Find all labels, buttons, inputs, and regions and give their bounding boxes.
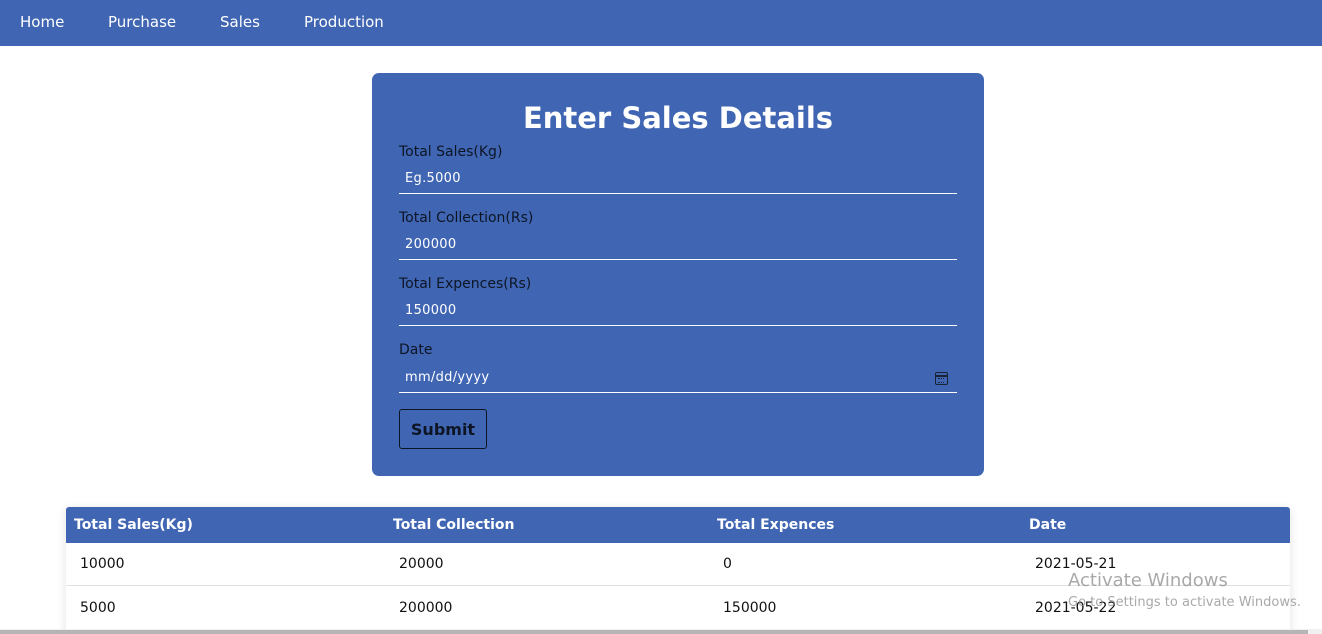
cell-total-expences: 0 xyxy=(723,556,732,572)
nav-sales-link[interactable]: Sales xyxy=(220,13,260,31)
calendar-icon[interactable] xyxy=(935,372,948,385)
nav-production-link[interactable]: Production xyxy=(304,13,384,31)
date-label: Date xyxy=(399,342,433,358)
horizontal-scrollbar-thumb[interactable] xyxy=(0,630,1308,634)
form-title: Enter Sales Details xyxy=(522,101,834,135)
header-date: Date xyxy=(1029,517,1067,533)
header-total-collection: Total Collection xyxy=(393,517,515,533)
date-placeholder: mm/dd/yyyy xyxy=(405,370,490,385)
cell-total-collection: 200000 xyxy=(399,600,453,616)
top-navbar: Home Purchase Sales Production xyxy=(0,0,1322,46)
header-total-sales: Total Sales(Kg) xyxy=(74,517,193,533)
horizontal-scrollbar[interactable] xyxy=(0,629,1322,634)
nav-purchase-link[interactable]: Purchase xyxy=(108,13,176,31)
nav-home-link[interactable]: Home xyxy=(20,13,64,31)
table-header: Total Sales(Kg) Total Collection Total E… xyxy=(66,507,1290,543)
cell-total-expences: 150000 xyxy=(723,600,777,616)
total-sales-input[interactable]: Eg.5000 xyxy=(399,164,957,194)
activate-windows-title: Activate Windows xyxy=(1068,570,1228,591)
total-expences-label: Total Expences(Rs) xyxy=(399,276,532,292)
sales-form-card: Enter Sales Details Total Sales(Kg) Eg.5… xyxy=(372,73,984,476)
total-expences-input[interactable]: 150000 xyxy=(399,296,957,326)
date-input[interactable]: mm/dd/yyyy xyxy=(399,363,957,393)
header-total-expences: Total Expences xyxy=(717,517,835,533)
total-collection-label: Total Collection(Rs) xyxy=(399,210,534,226)
cell-total-collection: 20000 xyxy=(399,556,444,572)
cell-total-sales: 5000 xyxy=(80,600,116,616)
total-sales-label: Total Sales(Kg) xyxy=(399,144,503,160)
total-collection-input[interactable]: 200000 xyxy=(399,230,957,260)
activate-windows-subtitle: Go to Settings to activate Windows. xyxy=(1068,595,1301,610)
submit-button[interactable]: Submit xyxy=(399,409,487,449)
cell-total-sales: 10000 xyxy=(80,556,125,572)
